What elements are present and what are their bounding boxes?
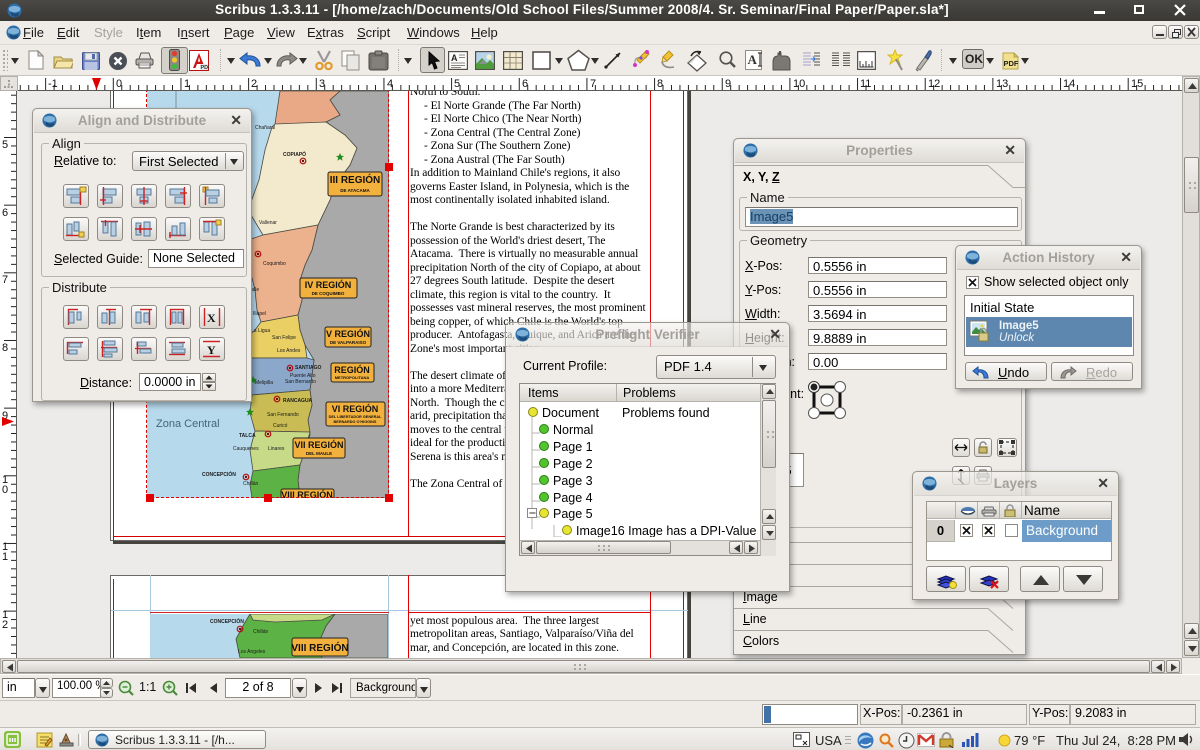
svg-text:15: 15 <box>1131 78 1143 90</box>
svg-text:CONCEPCIÓN: CONCEPCIÓN <box>210 617 244 625</box>
svg-text:VIII REGIÓN: VIII REGIÓN <box>291 641 348 654</box>
svg-text:5: 5 <box>454 78 460 90</box>
svg-text:10: 10 <box>793 78 805 90</box>
svg-text:8: 8 <box>657 78 663 90</box>
svg-text:Image16 Image has a DPI-Value: Image16 Image has a DPI-Value les <box>576 524 769 537</box>
svg-text:A: A <box>451 53 458 63</box>
svg-text:PDF: PDF <box>201 65 210 71</box>
svg-text:Chillán: Chillán <box>253 629 269 635</box>
svg-text:Normal: Normal <box>553 423 593 437</box>
svg-text:Page 3: Page 3 <box>553 474 593 488</box>
svg-text:6: 6 <box>2 207 8 219</box>
svg-text:X: X <box>207 311 216 325</box>
svg-text:12: 12 <box>928 78 940 90</box>
svg-text:PDF: PDF <box>1004 59 1019 68</box>
svg-text:Document: Document <box>542 406 599 420</box>
svg-text:Page 4: Page 4 <box>553 491 593 505</box>
svg-text:Page 5: Page 5 <box>553 507 593 521</box>
svg-text:6: 6 <box>522 78 528 90</box>
svg-text:9: 9 <box>725 78 731 90</box>
svg-text:4: 4 <box>387 78 393 90</box>
svg-text:Los Angeles: Los Angeles <box>238 649 266 655</box>
svg-text:5: 5 <box>2 139 8 151</box>
svg-text:7: 7 <box>2 274 8 286</box>
svg-text:3: 3 <box>319 78 325 90</box>
svg-text:2: 2 <box>251 78 257 90</box>
svg-text:Problems found: Problems found <box>622 406 710 420</box>
svg-text:Page 1: Page 1 <box>553 440 593 454</box>
svg-text:13: 13 <box>996 78 1008 90</box>
svg-text:Y: Y <box>207 343 216 357</box>
svg-text:1: 1 <box>2 551 8 563</box>
svg-text:2: 2 <box>2 619 8 631</box>
svg-text:14: 14 <box>1063 78 1075 90</box>
svg-text:-1: -1 <box>48 78 58 90</box>
svg-text:Page 2: Page 2 <box>553 457 593 471</box>
svg-text:8: 8 <box>2 342 8 354</box>
svg-text:A: A <box>748 52 758 67</box>
svg-text:0: 0 <box>2 484 8 496</box>
svg-text:7: 7 <box>590 78 596 90</box>
svg-text:0: 0 <box>116 78 122 90</box>
svg-text:1: 1 <box>184 78 190 90</box>
svg-text:11: 11 <box>860 78 871 90</box>
